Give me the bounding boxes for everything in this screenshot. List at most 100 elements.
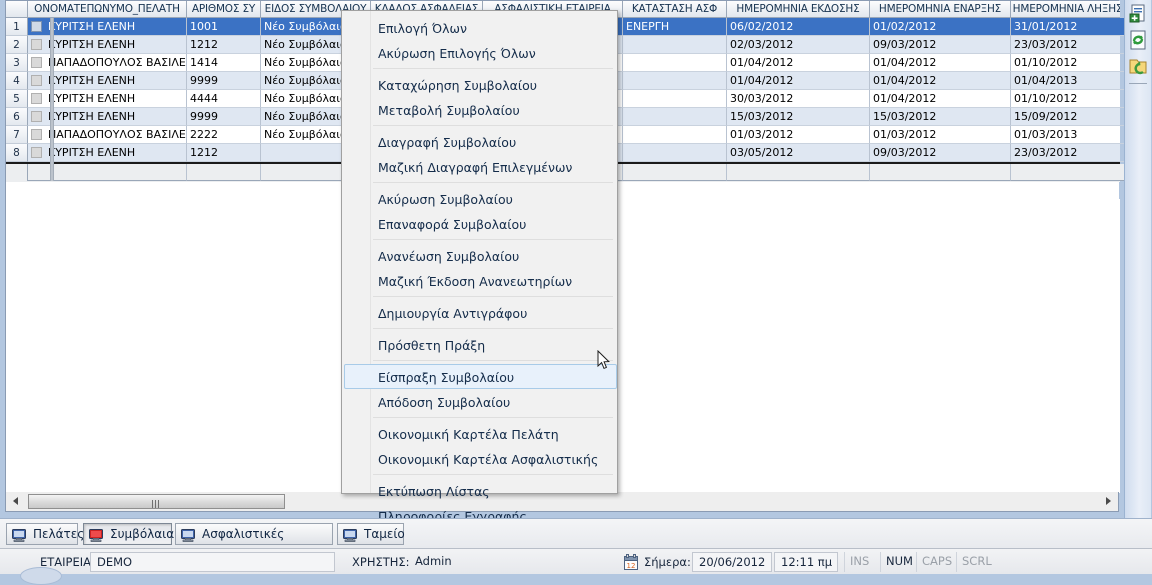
tab-4[interactable]: Ταμείο	[337, 523, 405, 545]
table-cell[interactable]: 01/03/2013	[1011, 126, 1125, 144]
grid-header-corner[interactable]	[6, 1, 28, 17]
scrollbar-thumb[interactable]	[28, 494, 285, 509]
table-cell[interactable]: 06/02/2012	[727, 18, 870, 36]
table-cell[interactable]: 01/03/2012	[870, 126, 1011, 144]
table-cell[interactable]: 01/10/2012	[1011, 54, 1125, 72]
menu-item[interactable]: Πρόσθετη Πράξη	[344, 332, 617, 357]
row-select-checkbox[interactable]	[31, 147, 42, 158]
menu-item[interactable]: Διαγραφή Συμβολαίου	[344, 129, 617, 154]
table-cell-empty[interactable]	[1011, 164, 1125, 181]
table-cell[interactable]	[623, 126, 727, 144]
grid-column-header[interactable]: ΗΜΕΡΟΜΗΝΙΑ ΕΚΔΟΣΗΣ	[727, 1, 870, 17]
grid-column-header[interactable]: ΟΝΟΜΑΤΕΠΩΝΥΜΟ_ΠΕΛΑΤΗ	[28, 1, 187, 17]
tab-1[interactable]: Πελάτες	[6, 523, 84, 545]
menu-item[interactable]: Εκτύπωση Λίστας	[344, 478, 617, 503]
table-cell[interactable]: 01/04/2012	[727, 72, 870, 90]
table-cell[interactable]	[623, 144, 727, 162]
row-number[interactable]: 4	[6, 72, 28, 90]
table-cell[interactable]: 09/03/2012	[870, 36, 1011, 54]
row-select-checkbox[interactable]	[31, 21, 42, 32]
menu-item[interactable]: Δημιουργία Αντιγράφου	[344, 300, 617, 325]
grid-column-header[interactable]: ΗΜΕΡΟΜΗΝΙΑ ΛΗΞΗΣ	[1011, 1, 1120, 17]
menu-item[interactable]: Ακύρωση Συμβολαίου	[344, 186, 617, 211]
row-select-checkbox[interactable]	[31, 75, 42, 86]
grid-column-header[interactable]: ΑΡΙΘΜΟΣ ΣΥ	[187, 1, 261, 17]
table-cell[interactable]	[623, 72, 727, 90]
menu-item[interactable]: Μαζική Έκδοση Ανανεωτηρίων	[344, 268, 617, 293]
row-number[interactable]: 7	[6, 126, 28, 144]
refresh-icon[interactable]	[1127, 29, 1149, 51]
scroll-left-arrow[interactable]	[8, 493, 24, 509]
row-number[interactable]: 1	[6, 18, 28, 36]
table-cell-empty[interactable]	[870, 164, 1011, 181]
new-record-icon[interactable]	[1127, 3, 1149, 25]
table-cell[interactable]	[623, 36, 727, 54]
table-cell[interactable]: 01/04/2012	[727, 54, 870, 72]
table-cell[interactable]: 2222	[187, 126, 261, 144]
table-cell[interactable]: 1212	[187, 144, 261, 162]
table-cell[interactable]: 09/03/2012	[870, 144, 1011, 162]
tab-3[interactable]: Ασφαλιστικές Εταιρείες	[175, 523, 333, 562]
grid-column-header[interactable]: ΗΜΕΡΟΜΗΝΙΑ ΕΝΑΡΞΗΣ	[870, 1, 1011, 17]
row-select-checkbox[interactable]	[31, 111, 42, 122]
row-select-checkbox[interactable]	[31, 57, 42, 68]
table-cell[interactable]: 23/03/2012	[1011, 36, 1125, 54]
restore-icon[interactable]	[1127, 55, 1149, 77]
table-cell[interactable]: 30/03/2012	[727, 90, 870, 108]
menu-item[interactable]: Επαναφορά Συμβολαίου	[344, 211, 617, 236]
company-field[interactable]: DEMO	[90, 552, 335, 572]
right-vertical-toolbar[interactable]	[1124, 0, 1151, 518]
row-select-checkbox[interactable]	[31, 39, 42, 50]
table-cell-empty[interactable]	[727, 164, 870, 181]
table-cell[interactable]: 15/03/2012	[870, 108, 1011, 126]
menu-item[interactable]: Μαζική Διαγραφή Επιλεγμένων	[344, 154, 617, 179]
table-cell[interactable]: 1212	[187, 36, 261, 54]
context-menu[interactable]: Επιλογή Όλων Ακύρωση Επιλογής Όλων Καταχώρ…	[341, 10, 618, 524]
table-cell[interactable]	[623, 90, 727, 108]
table-cell[interactable]: 15/09/2012	[1011, 108, 1125, 126]
row-number[interactable]: 5	[6, 90, 28, 108]
table-cell[interactable]: ΕΝΕΡΓΗ	[623, 18, 727, 36]
table-cell-empty[interactable]	[187, 164, 261, 181]
table-cell[interactable]: 01/04/2012	[870, 54, 1011, 72]
module-tab-bar[interactable]: Πελάτες ΣυμβόλαιαΑσφαλιστικές Εταιρείες Τα…	[0, 518, 1152, 562]
table-cell[interactable]: 9999	[187, 72, 261, 90]
row-number[interactable]: 8	[6, 144, 28, 162]
menu-item[interactable]: Επιλογή Όλων	[344, 15, 617, 40]
table-cell-empty[interactable]	[623, 164, 727, 181]
row-select-checkbox[interactable]	[31, 129, 42, 140]
table-cell[interactable]: 9999	[187, 108, 261, 126]
menu-item[interactable]: Οικονομική Καρτέλα Πελάτη	[344, 421, 617, 446]
scroll-right-arrow[interactable]	[1100, 493, 1116, 509]
table-cell[interactable]	[623, 54, 727, 72]
table-cell[interactable]: 1001	[187, 18, 261, 36]
menu-item[interactable]: Καταχώρηση Συμβολαίου	[344, 72, 617, 97]
menu-item[interactable]: Είσπραξη Συμβολαίου	[344, 364, 617, 389]
row-number[interactable]: 6	[6, 108, 28, 126]
table-cell[interactable]: 01/04/2012	[870, 90, 1011, 108]
table-cell[interactable]: 01/03/2012	[727, 126, 870, 144]
table-cell[interactable]: 01/02/2012	[870, 18, 1011, 36]
table-cell[interactable]: 01/04/2013	[1011, 72, 1125, 90]
table-cell[interactable]: 23/03/2012	[1011, 144, 1125, 162]
row-number[interactable]: 2	[6, 36, 28, 54]
grid-column-header[interactable]: ΚΑΤΑΣΤΑΣΗ ΑΣΦ	[623, 1, 727, 17]
table-cell[interactable]: 02/03/2012	[727, 36, 870, 54]
table-cell[interactable]: 4444	[187, 90, 261, 108]
table-cell[interactable]: 01/04/2012	[870, 72, 1011, 90]
row-number[interactable]: 3	[6, 54, 28, 72]
table-cell[interactable]: 31/01/2012	[1011, 18, 1125, 36]
menu-item[interactable]: Απόδοση Συμβολαίου	[344, 389, 617, 414]
table-cell[interactable]: 03/05/2012	[727, 144, 870, 162]
row-select-checkbox[interactable]	[31, 93, 42, 104]
menu-item[interactable]: Οικονομική Καρτέλα Ασφαλιστικής	[344, 446, 617, 471]
table-cell[interactable]: 01/10/2012	[1011, 90, 1125, 108]
table-cell[interactable]: 1414	[187, 54, 261, 72]
tab-2[interactable]: Συμβόλαια	[83, 523, 174, 545]
table-cell[interactable]: 15/03/2012	[727, 108, 870, 126]
table-cell[interactable]	[623, 108, 727, 126]
status-indicator-scrl: SCRL	[956, 552, 1056, 572]
menu-item[interactable]: Μεταβολή Συμβολαίου	[344, 97, 617, 122]
menu-item[interactable]: Ανανέωση Συμβολαίου	[344, 243, 617, 268]
menu-item[interactable]: Ακύρωση Επιλογής Όλων	[344, 40, 617, 65]
